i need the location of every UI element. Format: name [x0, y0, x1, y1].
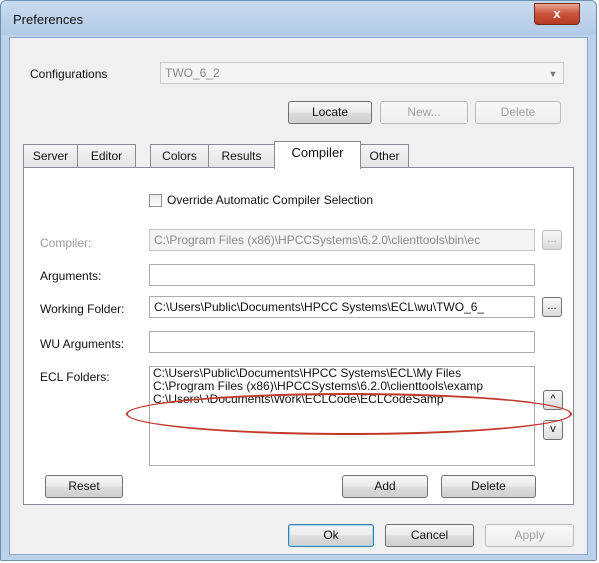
window-title: Preferences: [13, 12, 84, 27]
compiler-browse-button[interactable]: ...: [542, 230, 562, 250]
ok-button[interactable]: Ok: [288, 524, 374, 547]
locate-button[interactable]: Locate: [288, 101, 372, 124]
chevron-down-icon: ▼: [548, 69, 558, 79]
list-item[interactable]: C:\Users\ \Documents\Work\ECLCode\ECLCod…: [150, 393, 534, 406]
close-button[interactable]: x: [534, 3, 580, 25]
dialog-client-area: Configurations TWO_6_2 ▼ Locate New... D…: [9, 37, 588, 555]
close-icon: x: [553, 6, 561, 21]
arguments-label: Arguments:: [40, 269, 102, 283]
tab-other[interactable]: Other: [360, 144, 409, 168]
override-compiler-label: Override Automatic Compiler Selection: [167, 193, 374, 207]
working-folder-label: Working Folder:: [40, 302, 125, 316]
add-folder-button[interactable]: Add: [342, 475, 428, 498]
configurations-label: Configurations: [30, 67, 108, 81]
preferences-window: Preferences x Configurations TWO_6_2 ▼ L…: [0, 0, 597, 561]
arguments-field[interactable]: [149, 264, 535, 286]
title-bar[interactable]: Preferences x: [1, 1, 596, 37]
compiler-path-field[interactable]: C:\Program Files (x86)\HPCCSystems\6.2.0…: [149, 229, 535, 251]
working-folder-field[interactable]: C:\Users\Public\Documents\HPCC Systems\E…: [149, 296, 535, 318]
cancel-button[interactable]: Cancel: [385, 524, 474, 547]
working-folder-browse-button[interactable]: ...: [542, 297, 562, 317]
tab-server[interactable]: Server: [23, 144, 78, 168]
ecl-folders-list[interactable]: C:\Users\Public\Documents\HPCC Systems\E…: [149, 366, 535, 466]
override-compiler-checkbox[interactable]: [149, 194, 162, 207]
delete-configuration-button[interactable]: Delete: [475, 101, 561, 124]
move-down-button[interactable]: v: [543, 420, 563, 440]
move-up-button[interactable]: ^: [543, 390, 563, 410]
new-button[interactable]: New...: [380, 101, 468, 124]
configurations-dropdown[interactable]: TWO_6_2 ▼: [160, 62, 564, 84]
delete-folder-button[interactable]: Delete: [441, 475, 536, 498]
compiler-label: Compiler:: [40, 236, 92, 250]
reset-button[interactable]: Reset: [45, 475, 123, 498]
tab-compiler[interactable]: Compiler: [274, 141, 361, 169]
wu-arguments-label: WU Arguments:: [40, 337, 125, 351]
tab-colors[interactable]: Colors: [150, 144, 209, 168]
compiler-tab-panel: Override Automatic Compiler Selection Co…: [23, 167, 574, 505]
wu-arguments-field[interactable]: [149, 331, 535, 353]
apply-button[interactable]: Apply: [485, 524, 574, 547]
ecl-folders-label: ECL Folders:: [40, 370, 110, 384]
tab-editor[interactable]: Editor: [77, 144, 136, 168]
configurations-value: TWO_6_2: [165, 66, 220, 80]
tab-results[interactable]: Results: [208, 144, 275, 168]
